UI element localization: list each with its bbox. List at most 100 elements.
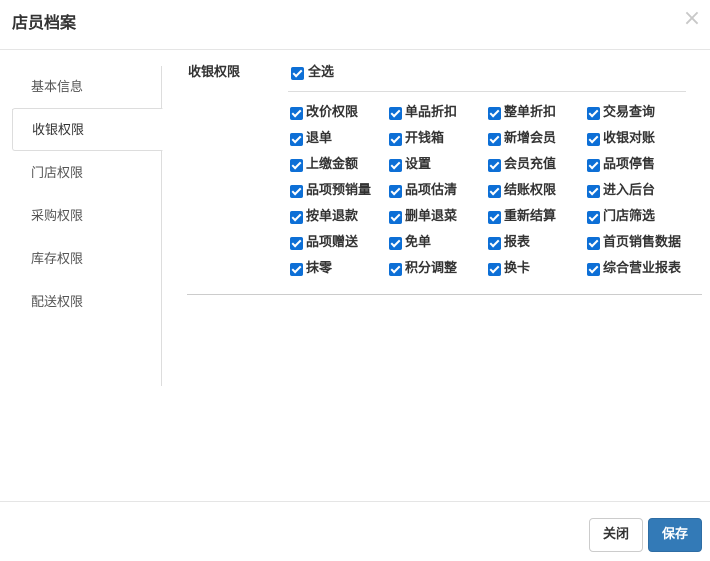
checkbox-checked-icon[interactable] <box>389 262 402 276</box>
checkbox-checked-icon[interactable] <box>290 236 303 250</box>
permission-option[interactable]: 免单 <box>389 233 431 253</box>
permission-label: 报表 <box>504 235 531 250</box>
permission-label: 整单折扣 <box>504 105 557 120</box>
checkbox-checked-icon[interactable] <box>587 106 600 120</box>
checkbox-checked-icon[interactable] <box>488 210 501 224</box>
permission-label: 进入后台 <box>603 183 656 198</box>
checkbox-checked-icon[interactable] <box>291 66 304 80</box>
permission-option[interactable]: 按单退款 <box>290 207 358 227</box>
permission-option[interactable]: 积分调整 <box>389 259 457 279</box>
permission-option[interactable]: 整单折扣 <box>488 103 556 123</box>
close-icon[interactable]: × <box>682 8 702 30</box>
sidebar-item-label: 配送权限 <box>31 295 84 310</box>
permission-label: 积分调整 <box>405 261 458 276</box>
permission-option[interactable]: 收银对账 <box>587 129 655 149</box>
checkbox-checked-icon[interactable] <box>488 106 501 120</box>
permission-option[interactable]: 首页销售数据 <box>587 233 681 253</box>
permission-option[interactable]: 进入后台 <box>587 181 655 201</box>
permission-label: 品项停售 <box>603 157 656 172</box>
sidebar-item-cashier-permissions[interactable]: 收银权限 <box>12 108 163 151</box>
permission-label: 设置 <box>405 157 432 172</box>
permission-label: 结账权限 <box>504 183 557 198</box>
permission-label: 按单退款 <box>306 209 359 224</box>
permission-label: 换卡 <box>504 261 531 276</box>
permission-option[interactable]: 抹零 <box>290 259 332 279</box>
permission-label: 门店筛选 <box>603 209 656 224</box>
permission-option[interactable]: 上缴金额 <box>290 155 358 175</box>
checkbox-checked-icon[interactable] <box>488 132 501 146</box>
permission-label: 品项赠送 <box>306 235 359 250</box>
permission-option[interactable]: 品项赠送 <box>290 233 358 253</box>
permission-option[interactable]: 改价权限 <box>290 103 358 123</box>
divider <box>187 294 702 295</box>
checkbox-checked-icon[interactable] <box>587 158 600 172</box>
select-all-label: 全选 <box>308 65 335 80</box>
permission-option[interactable]: 品项预销量 <box>290 181 371 201</box>
permission-label: 综合营业报表 <box>603 261 682 276</box>
permission-label: 新增会员 <box>504 131 557 146</box>
checkbox-checked-icon[interactable] <box>488 184 501 198</box>
sidebar-item-basic-info[interactable]: 基本信息 <box>12 66 162 109</box>
permission-label: 会员充值 <box>504 157 557 172</box>
permission-option[interactable]: 退单 <box>290 129 332 149</box>
checkbox-checked-icon[interactable] <box>389 106 402 120</box>
checkbox-checked-icon[interactable] <box>290 132 303 146</box>
checkbox-checked-icon[interactable] <box>389 132 402 146</box>
checkbox-checked-icon[interactable] <box>290 262 303 276</box>
checkbox-checked-icon[interactable] <box>389 210 402 224</box>
permission-label: 品项预销量 <box>306 183 372 198</box>
permission-option[interactable]: 综合营业报表 <box>587 259 681 279</box>
checkbox-checked-icon[interactable] <box>290 158 303 172</box>
checkbox-checked-icon[interactable] <box>587 210 600 224</box>
checkbox-checked-icon[interactable] <box>290 184 303 198</box>
sidebar-item-label: 收银权限 <box>32 123 85 138</box>
permission-option[interactable]: 重新结算 <box>488 207 556 227</box>
permission-option[interactable]: 设置 <box>389 155 431 175</box>
checkbox-checked-icon[interactable] <box>488 158 501 172</box>
sidebar-item-inventory-permissions[interactable]: 库存权限 <box>12 238 162 281</box>
sidebar-item-store-permissions[interactable]: 门店权限 <box>12 152 162 195</box>
checkbox-checked-icon[interactable] <box>389 236 402 250</box>
close-button[interactable]: 关闭 <box>589 518 643 552</box>
sidebar-item-label: 基本信息 <box>31 80 84 95</box>
checkbox-checked-icon[interactable] <box>290 210 303 224</box>
sidebar-item-purchase-permissions[interactable]: 采购权限 <box>12 195 162 238</box>
permission-label: 抹零 <box>306 261 333 276</box>
checkbox-checked-icon[interactable] <box>587 184 600 198</box>
permission-option[interactable]: 会员充值 <box>488 155 556 175</box>
checkbox-checked-icon[interactable] <box>587 132 600 146</box>
permission-option[interactable]: 新增会员 <box>488 129 556 149</box>
checkbox-checked-icon[interactable] <box>488 262 501 276</box>
permission-option[interactable]: 门店筛选 <box>587 207 655 227</box>
modal-title: 店员档案 <box>12 13 77 32</box>
permission-option[interactable]: 换卡 <box>488 259 530 279</box>
sidebar-item-distribution-permissions[interactable]: 配送权限 <box>12 281 162 324</box>
save-button[interactable]: 保存 <box>648 518 702 552</box>
permission-label: 删单退菜 <box>405 209 458 224</box>
checkbox-checked-icon[interactable] <box>488 236 501 250</box>
permission-option[interactable]: 结账权限 <box>488 181 556 201</box>
checkbox-checked-icon[interactable] <box>389 158 402 172</box>
permission-label: 上缴金额 <box>306 157 359 172</box>
side-nav: 基本信息 收银权限 门店权限 采购权限 库存权限 配送权限 <box>12 66 163 386</box>
modal-header: 店员档案 × <box>0 0 710 50</box>
permission-option[interactable]: 开钱箱 <box>389 129 444 149</box>
permission-option[interactable]: 单品折扣 <box>389 103 457 123</box>
sidebar-item-label: 库存权限 <box>31 252 84 267</box>
divider <box>288 91 686 92</box>
checkbox-checked-icon[interactable] <box>290 106 303 120</box>
permission-option[interactable]: 品项停售 <box>587 155 655 175</box>
permission-option[interactable]: 删单退菜 <box>389 207 457 227</box>
checkbox-checked-icon[interactable] <box>587 262 600 276</box>
permission-label: 重新结算 <box>504 209 557 224</box>
permission-option[interactable]: 交易查询 <box>587 103 655 123</box>
select-all-checkbox[interactable]: 全选 <box>291 63 334 83</box>
permission-label: 首页销售数据 <box>603 235 682 250</box>
checkbox-checked-icon[interactable] <box>587 236 600 250</box>
permission-option[interactable]: 报表 <box>488 233 530 253</box>
permission-option[interactable]: 品项估清 <box>389 181 457 201</box>
permission-label: 交易查询 <box>603 105 656 120</box>
modal-footer: 关闭 保存 <box>0 501 710 561</box>
permission-label: 改价权限 <box>306 105 359 120</box>
checkbox-checked-icon[interactable] <box>389 184 402 198</box>
